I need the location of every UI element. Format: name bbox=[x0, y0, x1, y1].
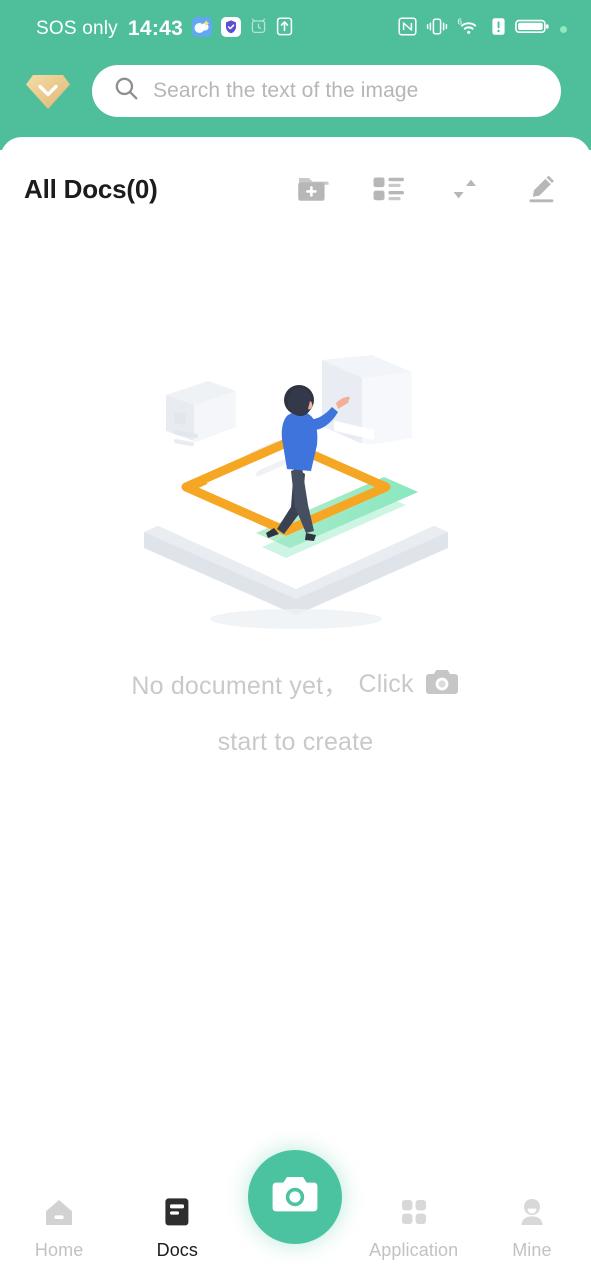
docs-icon bbox=[162, 1196, 192, 1233]
nav-item-docs[interactable]: Docs bbox=[118, 1182, 236, 1280]
folder-plus-icon bbox=[298, 178, 329, 201]
search-placeholder: Search the text of the image bbox=[153, 79, 419, 102]
new-folder-button[interactable] bbox=[293, 169, 333, 209]
nav-item-mine[interactable]: Mine bbox=[473, 1182, 591, 1280]
home-icon bbox=[42, 1196, 76, 1233]
camera-icon bbox=[270, 1173, 320, 1222]
nav-label-application: Application bbox=[369, 1240, 459, 1260]
search-row: Search the text of the image bbox=[0, 64, 591, 118]
edit-button[interactable] bbox=[521, 169, 561, 209]
camera-capture-button[interactable] bbox=[248, 1150, 342, 1244]
empty-state-line-1: No document yet， Click bbox=[131, 666, 459, 702]
nav-item-home[interactable]: Home bbox=[0, 1182, 118, 1280]
empty-state-line-2: start to create bbox=[217, 728, 374, 756]
floating-doc-card-right bbox=[321, 355, 412, 461]
wifi-6-icon: 6 bbox=[457, 17, 482, 41]
pencil-icon bbox=[529, 175, 554, 203]
alarm-icon bbox=[250, 18, 267, 40]
upload-arrow-icon bbox=[276, 17, 293, 41]
docs-toolbar: All Docs(0) bbox=[0, 155, 591, 223]
empty-state-prefix: No document yet， bbox=[131, 672, 349, 700]
search-input[interactable]: Search the text of the image bbox=[92, 65, 561, 117]
security-shield-icon bbox=[221, 16, 242, 42]
empty-state-action-label: Click bbox=[358, 669, 414, 698]
floating-doc-card-left bbox=[165, 381, 236, 447]
weather-icon bbox=[192, 16, 213, 42]
carrier-label: SOS only bbox=[36, 18, 118, 39]
gem-chevron-down-icon[interactable] bbox=[24, 68, 72, 114]
search-icon bbox=[114, 76, 139, 106]
nfc-icon bbox=[398, 17, 417, 41]
nav-label-mine: Mine bbox=[512, 1240, 552, 1260]
clock-label: 14:43 bbox=[127, 17, 184, 40]
grid-apps-icon bbox=[398, 1196, 430, 1233]
battery-icon bbox=[515, 17, 549, 41]
status-bar-left: SOS only 14:43 bbox=[36, 16, 293, 42]
nav-label-docs: Docs bbox=[156, 1240, 199, 1260]
status-bar-right: 6 bbox=[398, 17, 567, 41]
vibrate-icon bbox=[426, 17, 448, 41]
camera-icon[interactable] bbox=[424, 667, 460, 702]
person-icon bbox=[516, 1196, 548, 1233]
list-view-button[interactable] bbox=[369, 169, 409, 209]
page-title: All Docs(0) bbox=[24, 173, 158, 204]
person-scanning-document-isometric-illustration bbox=[143, 355, 448, 629]
sort-button[interactable] bbox=[445, 169, 485, 209]
app-header: SOS only 14:43 6 Search the text of the … bbox=[0, 0, 591, 150]
sort-arrows-icon bbox=[453, 177, 476, 201]
nav-label-home: Home bbox=[34, 1240, 84, 1260]
list-view-icon bbox=[373, 177, 404, 201]
empty-state: No document yet， Click start to create bbox=[0, 347, 591, 757]
status-bar: SOS only 14:43 6 bbox=[0, 0, 591, 58]
nav-item-application[interactable]: Application bbox=[355, 1182, 473, 1280]
docs-sheet: All Docs(0) No document yet， Click start… bbox=[0, 137, 591, 1280]
alert-icon bbox=[491, 17, 506, 41]
toolbar-actions bbox=[293, 169, 561, 209]
status-dot-icon bbox=[560, 25, 567, 33]
